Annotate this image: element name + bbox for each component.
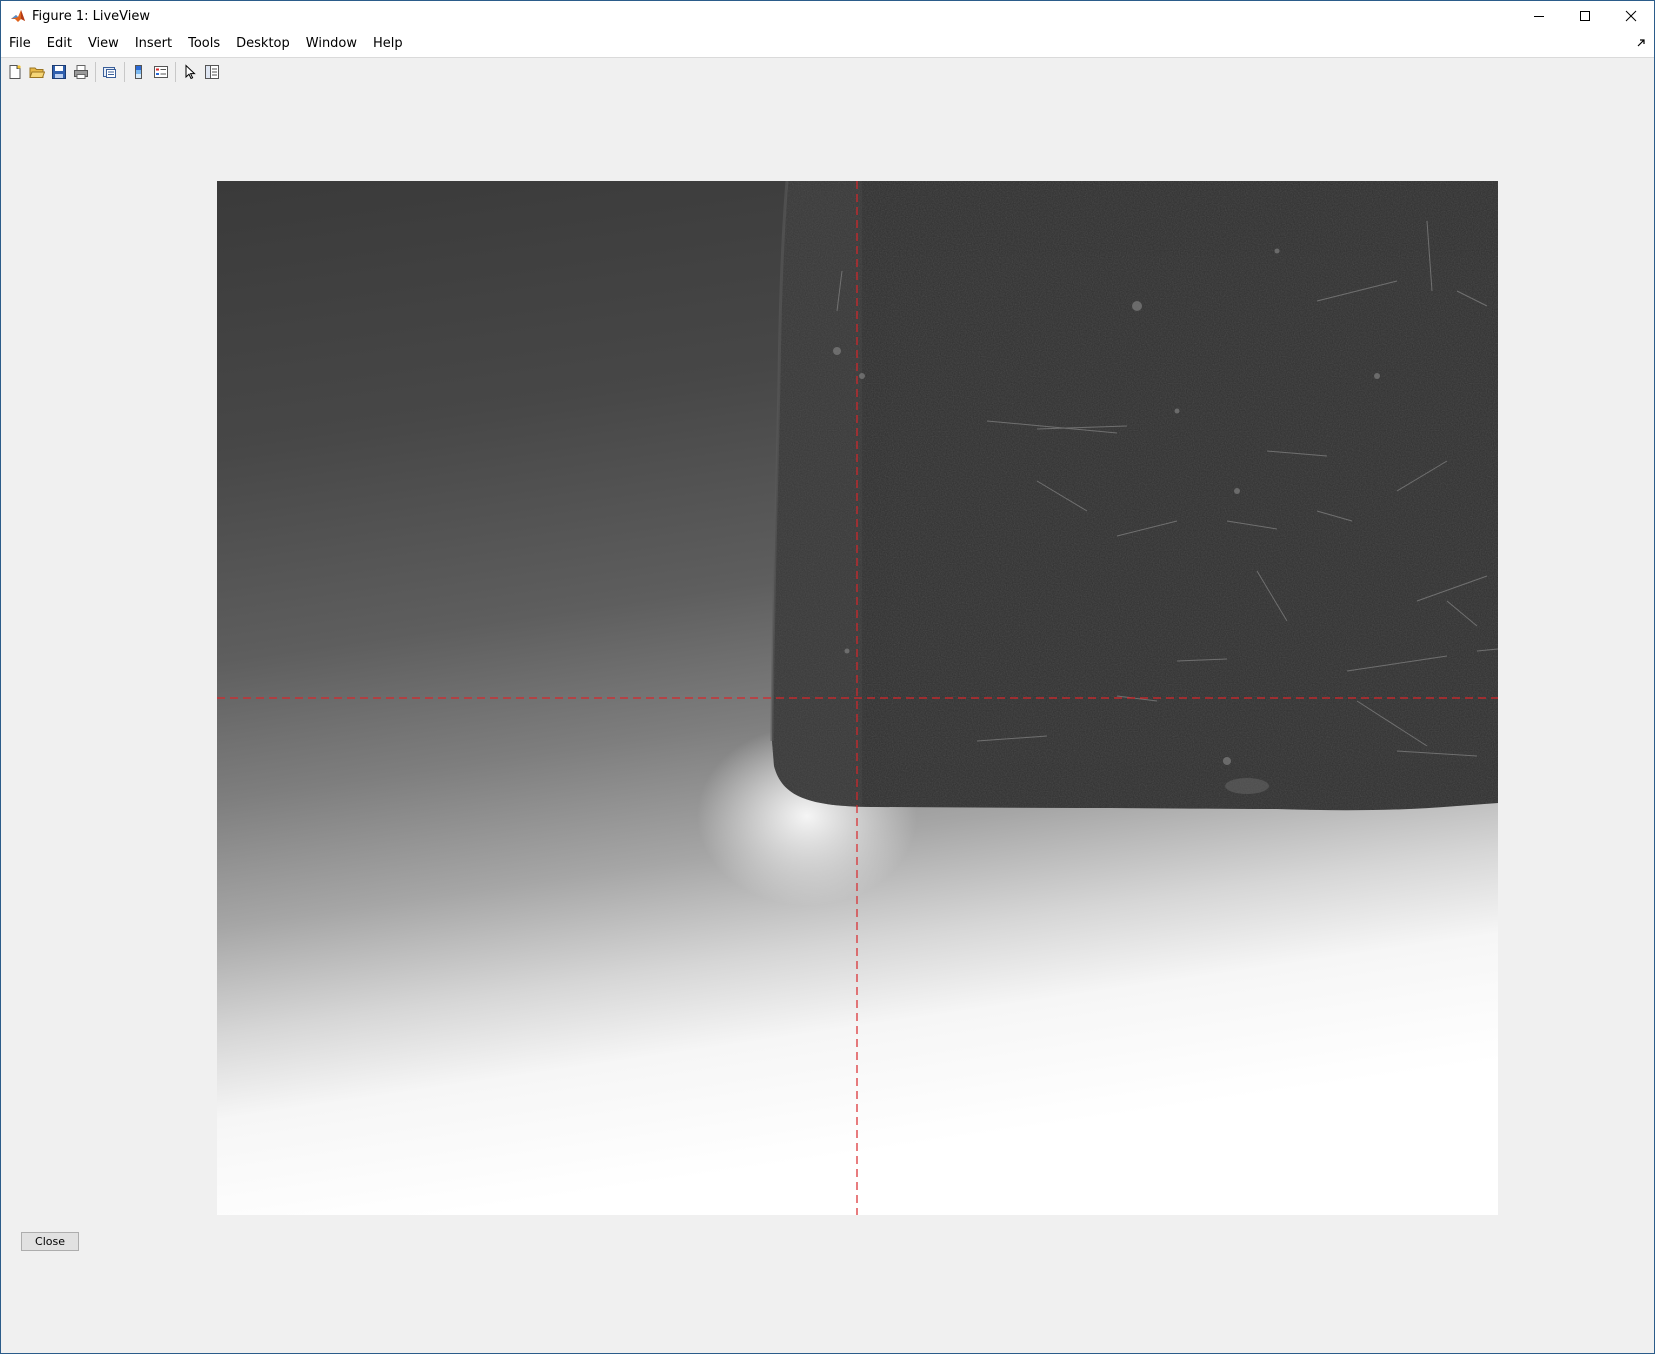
- edit-plot-icon: [185, 63, 196, 79]
- menu-desktop[interactable]: Desktop: [228, 33, 298, 55]
- figure-toolbar: [1, 57, 1654, 86]
- close-button[interactable]: Close: [21, 1232, 79, 1251]
- minimize-icon: [1534, 16, 1544, 17]
- insert-colorbar-button[interactable]: [128, 61, 150, 83]
- maximize-button[interactable]: [1562, 1, 1608, 31]
- menu-bar: File Edit View Insert Tools Desktop Wind…: [1, 31, 1654, 57]
- insert-colorbar-icon: [135, 64, 142, 79]
- maximize-icon: [1580, 11, 1590, 21]
- figure-window: Figure 1: LiveView File Edit View Insert…: [0, 0, 1655, 1354]
- menu-tools[interactable]: Tools: [180, 33, 228, 55]
- toolbar-separator: [175, 61, 176, 82]
- new-figure-icon: [9, 64, 21, 79]
- close-icon: [1625, 10, 1637, 22]
- menu-view[interactable]: View: [80, 33, 127, 55]
- insert-legend-button[interactable]: [150, 61, 172, 83]
- print-icon: [74, 64, 88, 79]
- save-icon: [52, 64, 66, 79]
- camera-frame: [217, 181, 1498, 1215]
- window-controls: [1516, 1, 1654, 31]
- title-bar[interactable]: Figure 1: LiveView: [1, 1, 1654, 31]
- property-inspector-button[interactable]: [201, 61, 223, 83]
- menu-edit[interactable]: Edit: [39, 33, 80, 55]
- link-plot-button[interactable]: [99, 61, 121, 83]
- open-file-icon: [29, 67, 45, 78]
- close-window-button[interactable]: [1608, 1, 1654, 31]
- minimize-button[interactable]: [1516, 1, 1562, 31]
- matlab-logo-icon: [11, 10, 25, 22]
- link-plot-icon: [103, 66, 116, 78]
- menu-file[interactable]: File: [1, 33, 39, 55]
- figure-canvas: [1, 85, 1654, 1353]
- window-title: Figure 1: LiveView: [32, 8, 151, 24]
- live-camera-image[interactable]: [217, 181, 1498, 1215]
- print-button[interactable]: [70, 61, 92, 83]
- menu-help[interactable]: Help: [365, 33, 411, 55]
- insert-legend-icon: [154, 65, 168, 78]
- new-figure-button[interactable]: [4, 61, 26, 83]
- toolbar-separator: [124, 61, 125, 82]
- toolbar-separator: [95, 61, 96, 82]
- property-inspector-icon: [205, 64, 219, 79]
- block-texture: [772, 181, 1498, 811]
- edit-plot-button[interactable]: [179, 61, 201, 83]
- menu-window[interactable]: Window: [298, 33, 365, 55]
- save-button[interactable]: [48, 61, 70, 83]
- menu-insert[interactable]: Insert: [127, 33, 180, 55]
- dock-arrow-icon[interactable]: [1636, 38, 1646, 48]
- open-file-button[interactable]: [26, 61, 48, 83]
